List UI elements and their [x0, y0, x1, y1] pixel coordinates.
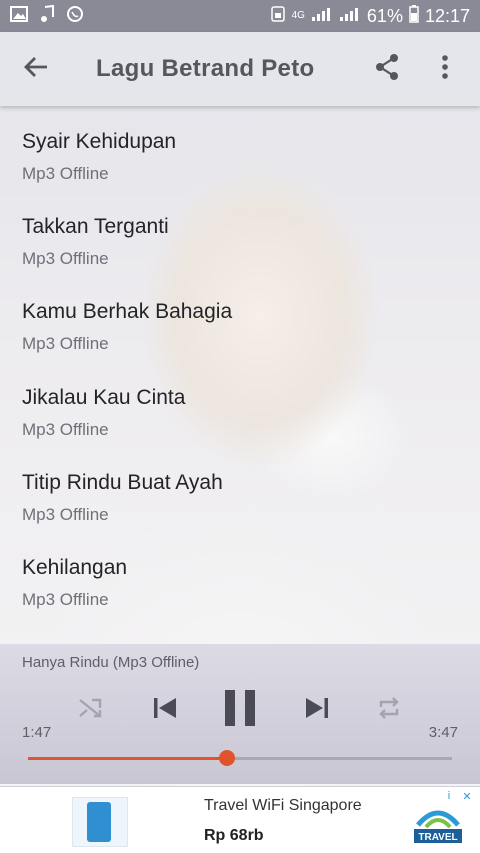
network-type: 4G: [291, 10, 305, 21]
travel-logo-text: TRAVEL: [418, 832, 457, 843]
song-subtitle: Mp3 Offline: [22, 164, 109, 183]
next-button[interactable]: [298, 690, 336, 730]
song-title: Titip Rindu Buat Ayah: [22, 470, 223, 494]
list-item[interactable]: Kehilangan Mp3 Offline: [0, 538, 480, 623]
travel-logo: TRAVEL: [412, 795, 464, 849]
song-subtitle: Mp3 Offline: [22, 334, 109, 354]
ad-image: [72, 797, 128, 847]
song-title: Syair Kehidupan: [22, 130, 177, 153]
song-list: Syair Kehidupan Mp3 Offline Takkan Terga…: [0, 112, 480, 623]
clock: 12:17: [424, 5, 470, 26]
app-bar: Lagu Betrand Peto: [0, 32, 480, 106]
song-subtitle: Mp3 Offline: [22, 419, 109, 439]
ad-close-icon[interactable]: ✕: [460, 789, 474, 803]
seek-bar[interactable]: [28, 750, 452, 766]
seek-progress: [28, 757, 228, 760]
song-subtitle: Mp3 Offline: [22, 249, 109, 269]
more-vert-icon: [441, 54, 449, 85]
more-options-button[interactable]: [426, 50, 464, 88]
list-item[interactable]: Jikalau Kau Cinta Mp3 Offline: [0, 368, 480, 453]
song-title: Jikalau Kau Cinta: [22, 385, 186, 409]
sim-icon: [270, 5, 286, 27]
music-note-icon: [40, 4, 54, 28]
shuffle-button[interactable]: [74, 690, 108, 730]
list-item[interactable]: Takkan Terganti Mp3 Offline: [0, 197, 480, 282]
gallery-icon: [10, 5, 28, 27]
pause-button[interactable]: [218, 689, 262, 732]
share-icon: [374, 53, 400, 86]
pause-icon: [223, 689, 257, 732]
battery-percent: 61%: [366, 5, 403, 26]
song-title: Takkan Terganti: [22, 215, 169, 239]
back-button[interactable]: [16, 49, 56, 89]
list-item[interactable]: Kamu Berhak Bahagia Mp3 Offline: [0, 282, 480, 367]
signal-icon: [311, 6, 333, 27]
whatsapp-icon: [66, 5, 84, 28]
battery-icon: [409, 4, 419, 28]
song-subtitle: Mp3 Offline: [22, 504, 109, 524]
current-time: 1:47: [22, 724, 52, 741]
page-title: Lagu Betrand Peto: [96, 55, 315, 82]
playback-controls: [0, 689, 480, 732]
previous-button[interactable]: [146, 690, 184, 730]
ad-price: Rp 68rb: [204, 827, 264, 844]
ad-info-icon[interactable]: i: [442, 789, 456, 803]
seek-thumb[interactable]: [219, 750, 236, 766]
song-title: Kamu Berhak Bahagia: [22, 300, 233, 324]
wifi-device-image: [87, 802, 111, 842]
ad-title: Travel WiFi Singapore: [204, 797, 362, 814]
player-panel: Hanya Rindu (Mp3 Offline) 1:47 3:47: [0, 644, 480, 784]
repeat-icon: [375, 695, 403, 726]
repeat-button[interactable]: [372, 690, 406, 730]
ad-banner[interactable]: Travel WiFi Singapore Rp 68rb TRAVEL i ✕: [0, 786, 480, 853]
status-bar: 4G 61% 12:17: [0, 0, 480, 32]
song-title: Kehilangan: [22, 555, 128, 579]
list-item[interactable]: Syair Kehidupan Mp3 Offline: [0, 112, 480, 197]
shuffle-icon: [78, 696, 104, 725]
now-playing-title: Hanya Rindu (Mp3 Offline): [22, 654, 200, 671]
next-icon: [303, 694, 331, 727]
total-time: 3:47: [428, 724, 458, 741]
previous-icon: [151, 694, 179, 727]
signal-icon-2: [339, 6, 361, 27]
share-button[interactable]: [368, 50, 406, 88]
song-subtitle: Mp3 Offline: [22, 589, 109, 609]
back-arrow-icon: [23, 55, 49, 84]
list-item[interactable]: Titip Rindu Buat Ayah Mp3 Offline: [0, 453, 480, 538]
